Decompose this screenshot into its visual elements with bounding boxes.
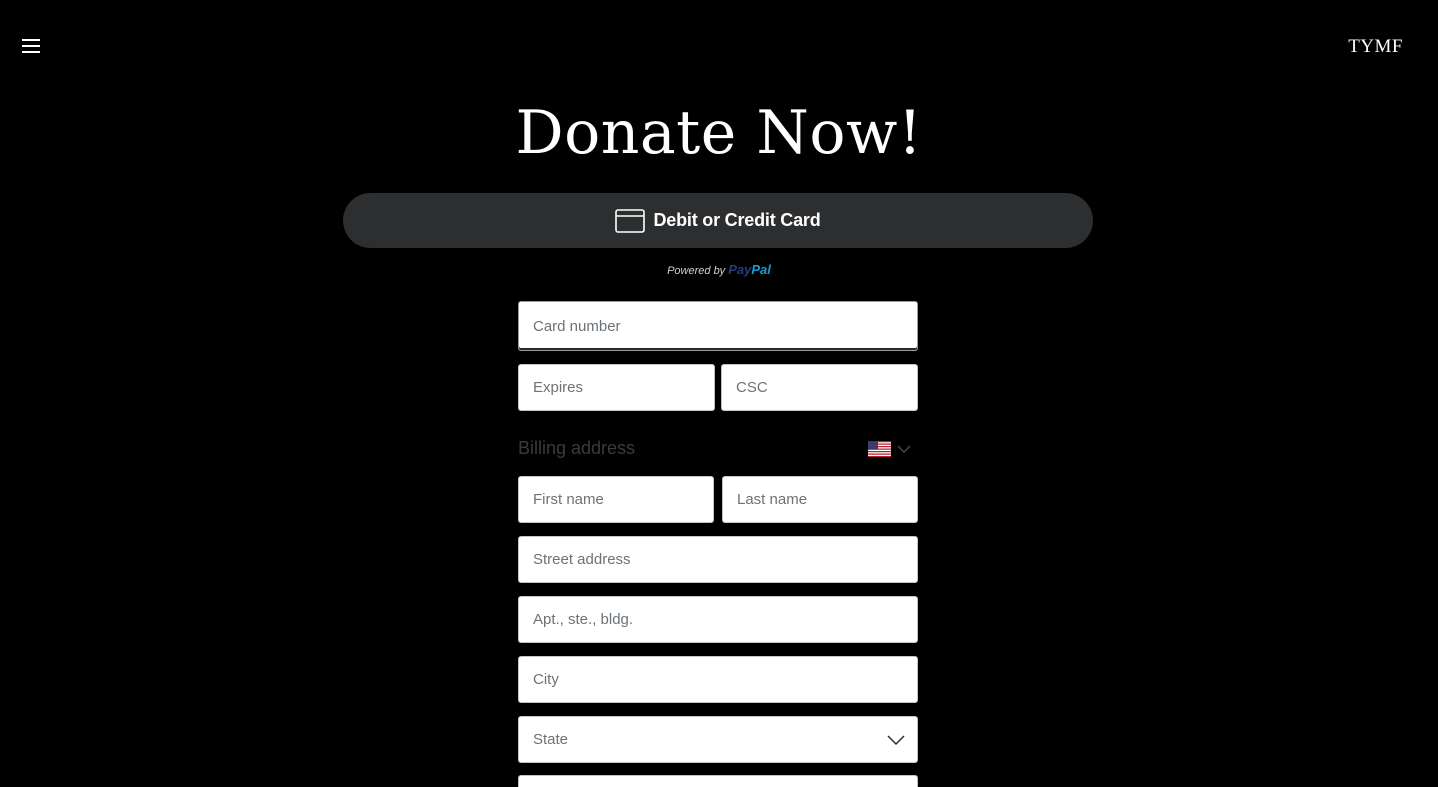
debit-credit-card-button[interactable]: Debit or Credit Card <box>343 193 1093 248</box>
paypal-logo-part1: Pay <box>728 262 752 277</box>
powered-by-text: Powered by <box>667 265 726 277</box>
chevron-down-icon <box>887 735 905 746</box>
csc-placeholder: CSC <box>736 379 768 396</box>
paypal-logo-part2: Pal <box>751 262 771 277</box>
csc-field[interactable]: CSC <box>721 364 918 411</box>
last-name-placeholder: Last name <box>737 491 808 508</box>
last-name-field[interactable]: Last name <box>722 476 918 523</box>
chevron-down-icon <box>897 445 911 453</box>
brand-logo[interactable]: TYMF <box>1348 36 1403 58</box>
country-select[interactable] <box>868 438 916 460</box>
first-name-field[interactable]: First name <box>518 476 714 523</box>
menu-icon[interactable] <box>22 39 40 53</box>
city-field[interactable]: City <box>518 656 918 703</box>
apt-placeholder: Apt., ste., bldg. <box>533 611 634 628</box>
expires-placeholder: Expires <box>533 379 584 396</box>
city-placeholder: City <box>533 671 559 688</box>
next-field[interactable] <box>518 775 918 787</box>
street-address-placeholder: Street address <box>533 551 631 568</box>
apt-field[interactable]: Apt., ste., bldg. <box>518 596 918 643</box>
card-number-field[interactable]: Card number <box>518 301 918 351</box>
card-number-placeholder: Card number <box>533 317 621 335</box>
card-button-label: Debit or Credit Card <box>653 210 821 230</box>
street-address-field[interactable]: Street address <box>518 536 918 583</box>
powered-by-paypal: Powered by PayPal <box>0 262 1438 277</box>
page-title: Donate Now! <box>515 98 923 168</box>
first-name-placeholder: First name <box>533 491 604 508</box>
credit-card-icon <box>615 208 646 233</box>
us-flag-icon <box>868 441 891 457</box>
billing-address-label: Billing address <box>518 438 636 458</box>
expires-field[interactable]: Expires <box>518 364 715 411</box>
state-select[interactable]: State <box>518 716 918 763</box>
state-placeholder: State <box>533 731 569 748</box>
